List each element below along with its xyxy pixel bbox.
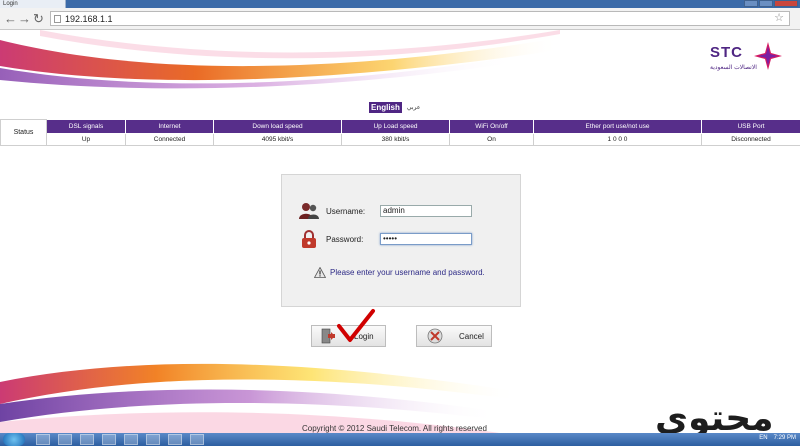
header-wifi: WiFi On/off [449, 119, 534, 134]
taskbar-folder-icon[interactable] [58, 434, 72, 445]
close-button[interactable] [774, 0, 798, 7]
taskbar-media-icon[interactable] [80, 434, 94, 445]
header-dsl: DSL signals [46, 119, 126, 134]
username-row: Username: admin [298, 202, 472, 220]
stc-logo: STC الاتصالات السعودية [700, 40, 790, 80]
login-panel: Username: admin Password: ••••• Please e… [281, 174, 521, 307]
value-dsl: Up [46, 133, 126, 146]
copyright-text: Copyright © 2012 Saudi Telecom. All righ… [302, 424, 487, 433]
value-internet: Connected [125, 133, 214, 146]
header-usb-port: USB Port [701, 119, 800, 134]
status-table: Status DSL signals Internet Down load sp… [0, 119, 800, 146]
status-value-row: Up Connected 4095 kbit/s 380 kbit/s On 1… [1, 133, 800, 146]
url-text: 192.168.1.1 [65, 14, 113, 24]
tray-clock[interactable]: 7:29 PM [774, 435, 796, 441]
header-download-speed: Down load speed [213, 119, 342, 134]
header-upload-speed: Up Load speed [341, 119, 450, 134]
taskbar-app-icon[interactable] [168, 434, 182, 445]
username-input[interactable]: admin [380, 205, 472, 217]
tray-language[interactable]: EN [759, 435, 767, 441]
taskbar-app-icon[interactable] [190, 434, 204, 445]
window-controls [744, 0, 798, 7]
maximize-button[interactable] [759, 0, 773, 7]
browser-toolbar: ← → ↻ 192.168.1.1 ☆ [0, 8, 800, 30]
login-door-icon [321, 328, 335, 344]
users-icon [299, 203, 319, 219]
username-label: Username: [326, 206, 366, 216]
taskbar-app-icon[interactable] [124, 434, 138, 445]
decorative-swoosh-top [0, 30, 560, 89]
lock-icon [302, 230, 316, 248]
value-usb-port: Disconnected [701, 133, 800, 146]
login-message-text: Please enter your username and password. [330, 268, 485, 277]
login-message: Please enter your username and password. [314, 267, 485, 278]
status-row-label: Status [0, 119, 47, 146]
password-label: Password: [326, 234, 364, 244]
start-button[interactable] [3, 433, 25, 446]
header-ether-port: Ether port use/not use [533, 119, 702, 134]
value-wifi: On [449, 133, 534, 146]
cancel-button-label: Cancel [459, 331, 484, 341]
address-bar[interactable]: 192.168.1.1 ☆ [50, 11, 790, 26]
browser-tab-strip: Login [0, 0, 800, 8]
minimize-button[interactable] [744, 0, 758, 7]
header-internet: Internet [125, 119, 214, 134]
cancel-icon [427, 328, 443, 344]
system-tray: EN 7:29 PM [759, 435, 796, 441]
password-input[interactable]: ••••• [380, 233, 472, 245]
value-download-speed: 4095 kbit/s [213, 133, 342, 146]
back-arrow-icon[interactable]: ← [4, 11, 17, 27]
windows-taskbar: EN 7:29 PM [0, 433, 800, 446]
page-icon [54, 15, 61, 23]
taskbar-chrome-icon[interactable] [102, 434, 116, 445]
cancel-button[interactable]: Cancel [416, 325, 492, 347]
value-upload-speed: 380 kbit/s [341, 133, 450, 146]
taskbar-ie-icon[interactable] [36, 434, 50, 445]
lang-english-link[interactable]: English [369, 102, 402, 113]
stc-star-icon [754, 42, 782, 70]
browser-tab[interactable]: Login [0, 0, 66, 8]
reload-icon[interactable]: ↻ [33, 11, 44, 27]
bookmark-star-icon[interactable]: ☆ [774, 12, 784, 25]
warning-icon [314, 267, 326, 278]
language-switch: English عربي [369, 102, 420, 113]
lang-arabic-link[interactable]: عربي [407, 104, 421, 111]
logo-text: STC [710, 44, 743, 61]
red-check-mark-icon [337, 309, 375, 342]
logo-arabic-text: الاتصالات السعودية [710, 65, 757, 71]
value-ether-port: 1 0 0 0 [533, 133, 702, 146]
forward-arrow-icon[interactable]: → [18, 11, 31, 27]
taskbar-app-icon[interactable] [146, 434, 160, 445]
password-row: Password: ••••• [298, 230, 472, 248]
tab-title: Login [3, 1, 18, 7]
status-header-row: Status DSL signals Internet Down load sp… [0, 119, 800, 146]
